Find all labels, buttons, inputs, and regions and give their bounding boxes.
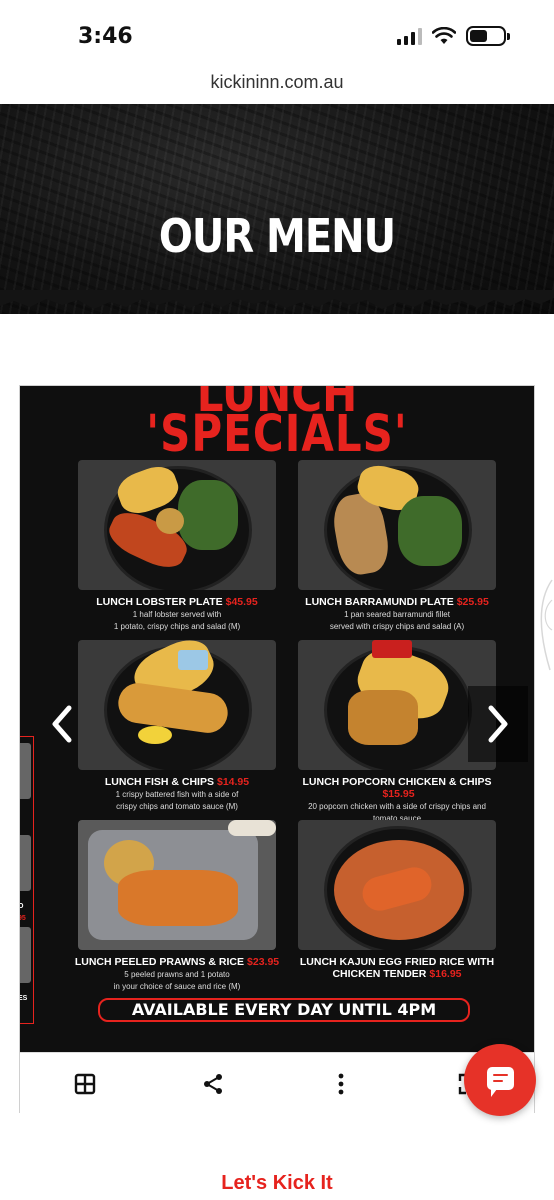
item-price: $45.95 (225, 596, 258, 608)
menu-image-viewer: LUNCH 'SPECIALS' LUNCH LOBSTER PLATE $45.… (19, 385, 535, 1114)
menu-item-kajun-rice: LUNCH KAJUN EGG FRIED RICE WITH CHICKEN … (284, 820, 510, 980)
carousel-next-button[interactable] (468, 686, 528, 762)
menu-heading-line2: 'SPECIALS' (146, 404, 408, 463)
item-name: LUNCH LOBSTER PLATE $45.95 (96, 596, 258, 608)
chat-icon (487, 1067, 514, 1097)
item-name: LUNCH KAJUN EGG FRIED RICE WITH (299, 956, 495, 968)
status-bar: 3:46 (0, 0, 554, 72)
kajun-rice-photo (298, 820, 496, 950)
item-desc-line2: 1 potato, crispy chips and salad (M) (113, 622, 241, 631)
menu-heading: LUNCH 'SPECIALS' (20, 386, 534, 459)
menu-item-lobster: LUNCH LOBSTER PLATE $45.95 1 half lobster… (64, 460, 290, 632)
fish-chips-photo (78, 640, 276, 770)
carousel-prev-button[interactable] (32, 686, 92, 762)
share-icon (204, 1074, 222, 1094)
barramundi-plate-photo (298, 460, 496, 590)
grid-icon (74, 1073, 96, 1095)
item-desc-line1: 1 crispy battered fish with a side of (115, 790, 239, 799)
status-icons (397, 26, 510, 46)
item-desc-line1: 1 pan seared barramundi fillet (344, 610, 450, 619)
item-desc-line1: 5 peeled prawns and 1 potato (124, 970, 230, 979)
battery-icon (466, 26, 510, 46)
menu-item-prawns-rice: LUNCH PEELED PRAWNS & RICE $23.95 5 peele… (64, 820, 290, 992)
item-price-line: $15.95 (284, 788, 510, 800)
item-name: LUNCH FISH & CHIPS $14.95 (104, 776, 250, 788)
chevron-left-icon (52, 705, 72, 743)
viewer-toolbar (20, 1052, 534, 1114)
more-options-button[interactable] (328, 1071, 354, 1097)
item-price: $16.95 (429, 968, 462, 980)
item-desc-line2: crispy chips and tomato sauce (M) (116, 802, 238, 811)
url-bar[interactable]: kickininn.com.au (0, 72, 554, 104)
item-desc-line1: 20 popcorn chicken with a side of crispy… (308, 802, 486, 811)
leaf-decoration (540, 579, 553, 671)
footer-tagline: Let's Kick It (221, 1172, 333, 1194)
item-price: $14.95 (216, 776, 250, 788)
item-desc-line2: in your choice of sauce and rice (M) (113, 982, 241, 991)
item-name: LUNCH PEELED PRAWNS & RICE $23.95 (74, 956, 280, 968)
popcorn-chicken-photo (298, 640, 496, 770)
lobster-plate-photo (78, 460, 276, 590)
menu-item-fish-chips: LUNCH FISH & CHIPS $14.95 1 crispy batter… (64, 640, 290, 812)
previous-slide-peek: O 95 ES (20, 736, 34, 1024)
hero-banner: OUR MENU (0, 104, 554, 314)
torn-edge-decoration (0, 290, 554, 309)
menu-item-barramundi: LUNCH BARRAMUNDI PLATE $25.95 1 pan seare… (284, 460, 510, 632)
grid-view-button[interactable] (72, 1071, 98, 1097)
item-price: $15.95 (382, 788, 415, 800)
chevron-right-icon (488, 705, 508, 743)
share-button[interactable] (200, 1071, 226, 1097)
more-vertical-icon (338, 1073, 344, 1095)
item-name: LUNCH BARRAMUNDI PLATE $25.95 (305, 596, 489, 608)
item-price: $25.95 (456, 596, 489, 608)
wifi-icon (432, 27, 456, 44)
item-desc-line2: served with crispy chips and salad (A) (329, 622, 465, 631)
status-time: 3:46 (78, 24, 133, 49)
menu-board-image: LUNCH 'SPECIALS' LUNCH LOBSTER PLATE $45.… (20, 386, 534, 1052)
item-name: LUNCH POPCORN CHICKEN & CHIPS (302, 776, 492, 788)
item-desc-line1: 1 half lobster served with (132, 610, 222, 619)
availability-banner: AVAILABLE EVERY DAY UNTIL 4PM (98, 998, 470, 1022)
item-name-line2: CHICKEN TENDER $16.95 (332, 968, 462, 980)
cellular-signal-icon (397, 27, 422, 45)
chat-button[interactable] (464, 1044, 536, 1116)
prawns-rice-photo (78, 820, 276, 950)
page-title: OUR MENU (158, 210, 396, 264)
item-price: $23.95 (247, 956, 280, 968)
